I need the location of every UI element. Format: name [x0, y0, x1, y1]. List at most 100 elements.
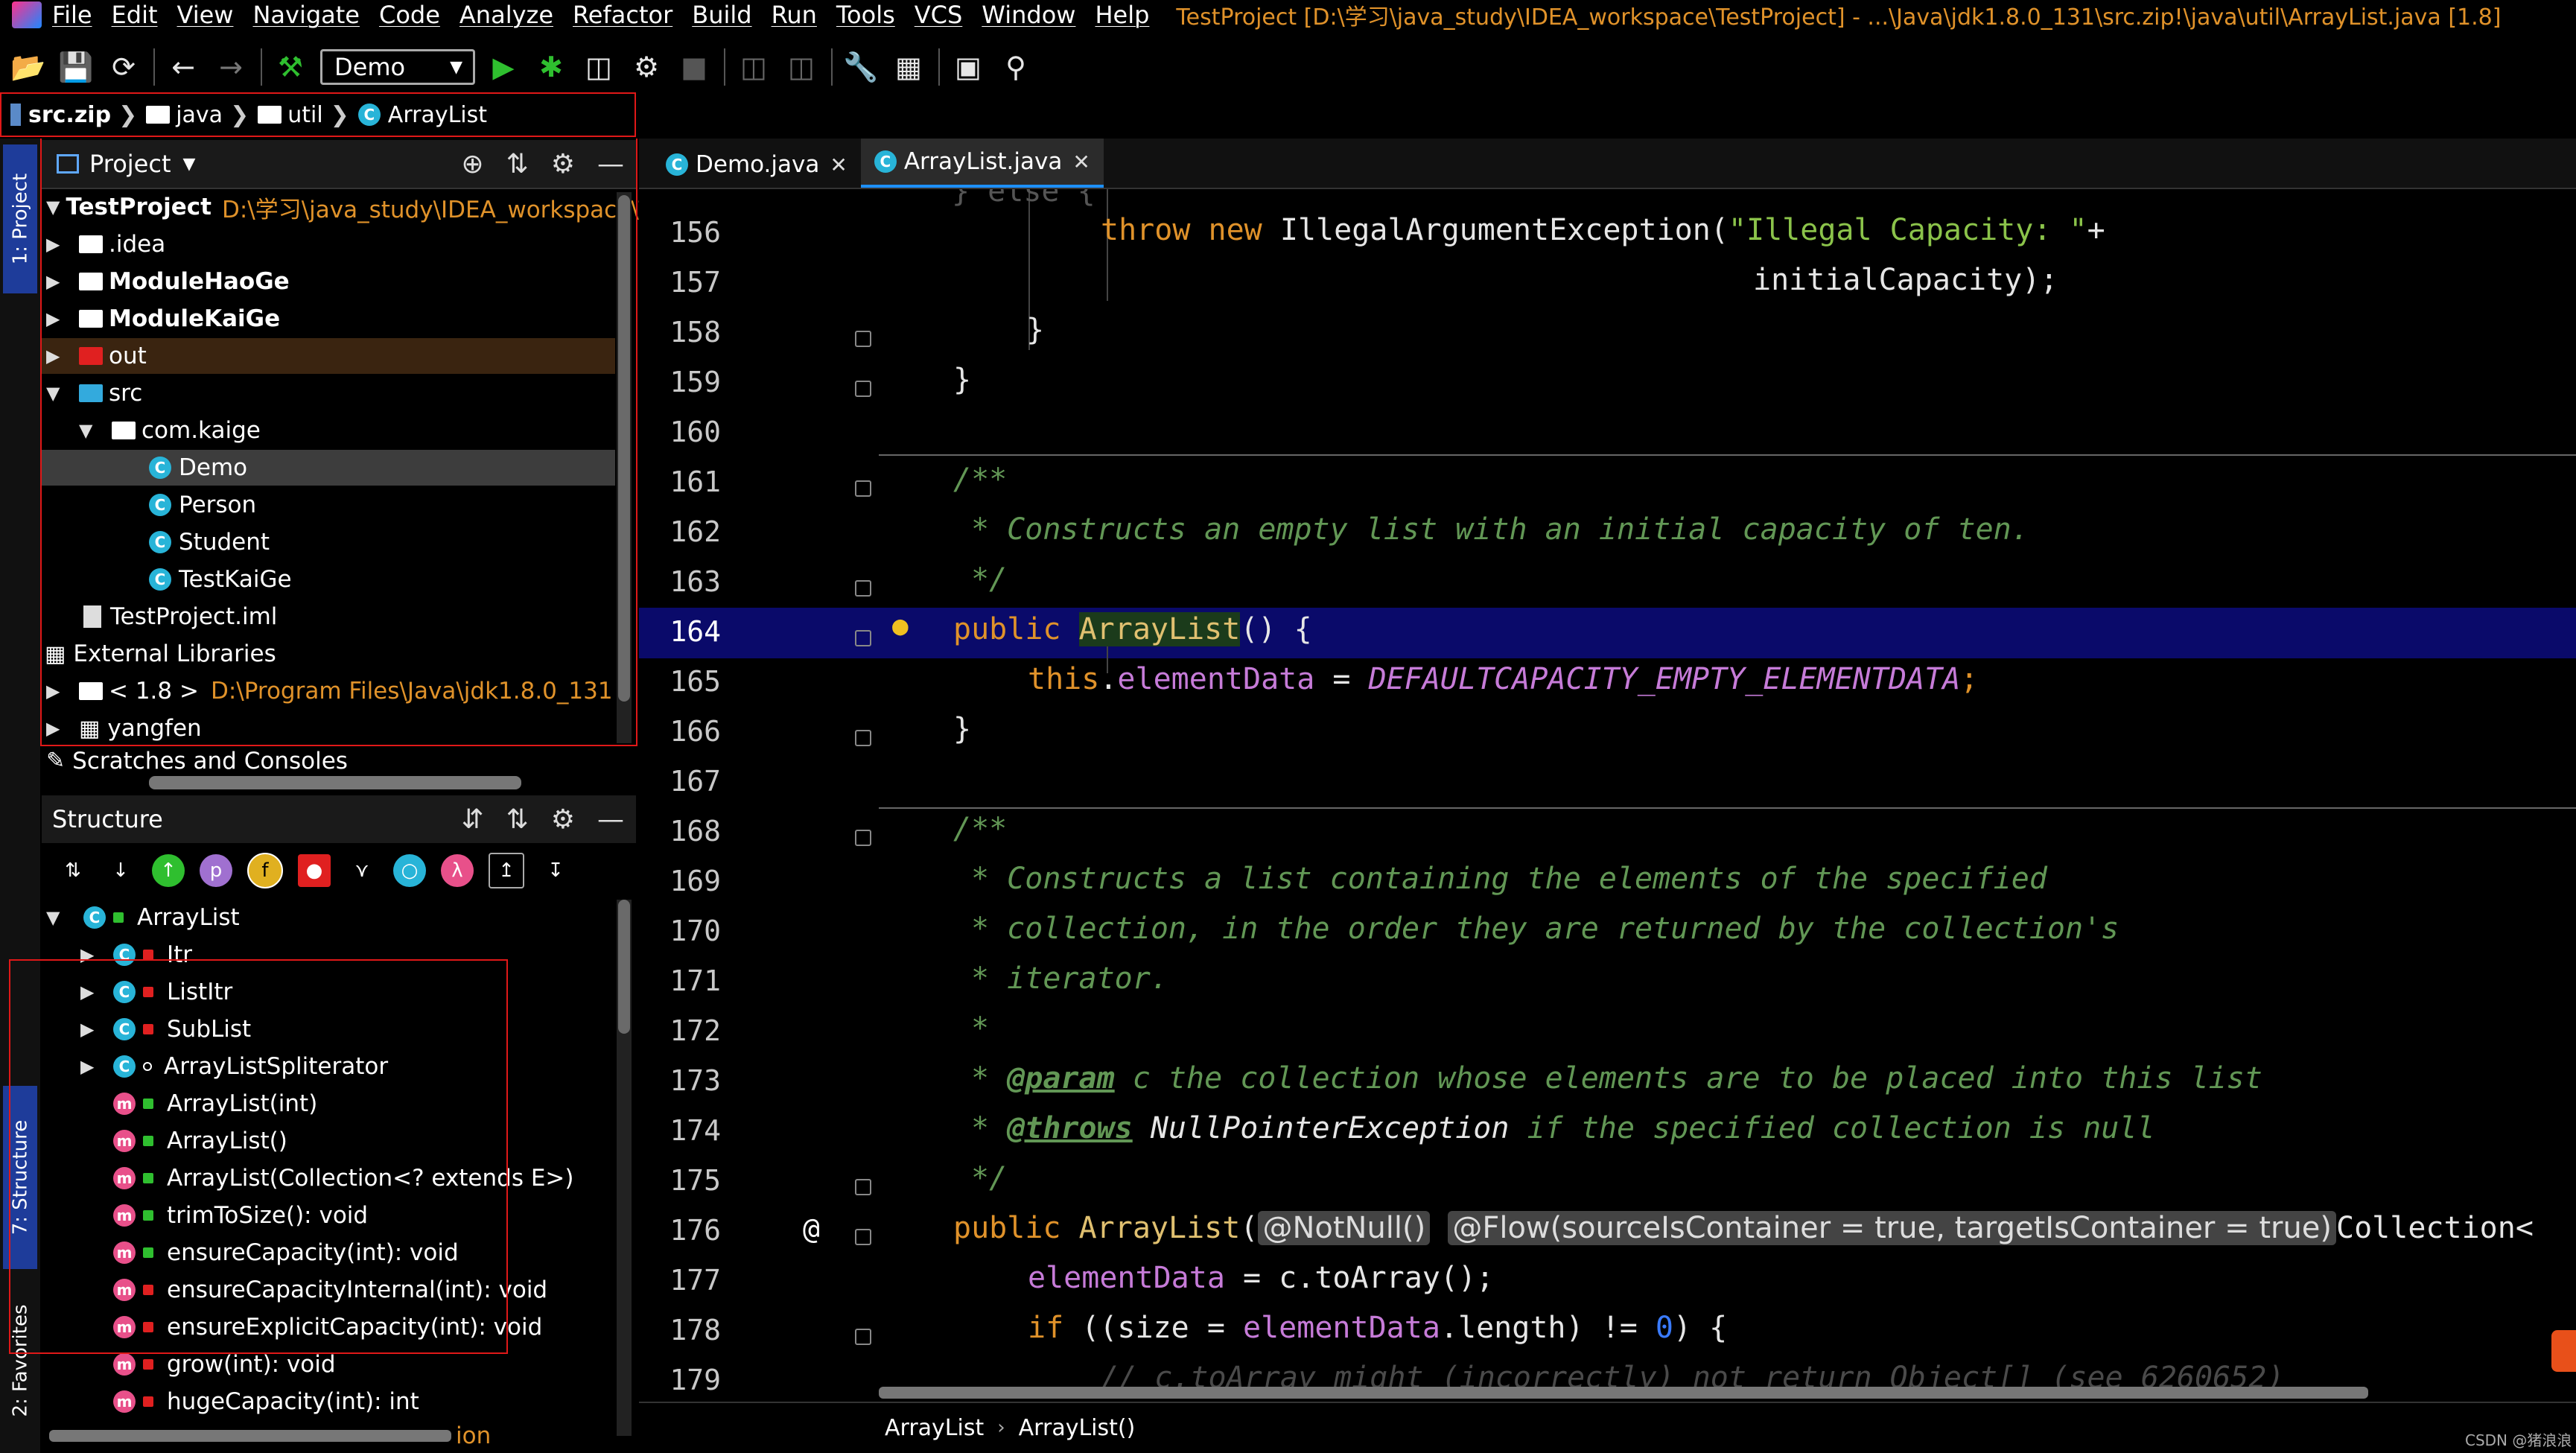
folder-icon [146, 106, 171, 124]
code-editor[interactable]: 156 157 158 159 160 161 162 163 164 165 … [639, 189, 2576, 1400]
lightbulb-icon[interactable]: ● [892, 611, 909, 641]
search-icon[interactable]: ⚲ [996, 48, 1035, 86]
editor-horizontal-scrollbar[interactable] [879, 1387, 2368, 1399]
breadcrumb-src-zip[interactable]: src.zip [10, 102, 111, 128]
menu-help[interactable]: Help [1095, 1, 1149, 29]
line-number: 157 [670, 266, 721, 299]
settings-wrench-icon[interactable]: 🔧 [842, 48, 880, 86]
build-hammer-icon[interactable]: ⚒ [271, 48, 310, 86]
tab-arraylist-java[interactable]: C ArrayList.java ✕ [860, 139, 1104, 188]
structure-item-hugecapacity[interactable]: m hugeCapacity(int): int [42, 1384, 615, 1419]
expand-all-icon[interactable]: ⇵ [461, 804, 483, 835]
tree-item-scratches[interactable]: ✎ Scratches and Consoles [42, 748, 615, 770]
menu-analyze[interactable]: Analyze [459, 1, 553, 29]
breadcrumb-util[interactable]: util [258, 102, 323, 128]
run-with-coverage-icon[interactable]: ◫ [579, 48, 618, 86]
menu-code[interactable]: Code [379, 1, 440, 29]
menu-refactor[interactable]: Refactor [573, 1, 672, 29]
collapse-all-icon[interactable]: ⇅ [506, 804, 529, 835]
breadcrumb-method[interactable]: ArrayList() [1019, 1415, 1136, 1441]
run-configuration-select[interactable]: Demo ▼ [320, 49, 475, 85]
fold-marker-icon[interactable] [855, 480, 871, 497]
editor-tabs: C Demo.java ✕ C ArrayList.java ✕ [639, 139, 2576, 189]
sort-alphabetically-icon[interactable]: ↓ [104, 854, 137, 887]
show-inherited-icon[interactable]: ↑ [152, 854, 185, 887]
terminal-icon[interactable]: ▣ [949, 48, 988, 86]
project-horizontal-scrollbar[interactable] [149, 776, 521, 789]
run-icon[interactable]: ▶ [484, 48, 523, 86]
structure-scrollbar[interactable] [617, 900, 632, 1436]
code-line-173: * @param c the collection whose elements… [971, 1061, 2262, 1096]
menu-view[interactable]: View [177, 1, 234, 29]
close-icon[interactable]: ✕ [830, 153, 847, 177]
show-properties-icon[interactable]: p [200, 854, 232, 887]
menu-vcs[interactable]: VCS [915, 1, 963, 29]
menu-run[interactable]: Run [772, 1, 817, 29]
fold-marker-icon[interactable] [855, 1179, 871, 1195]
show-lambda-icon[interactable]: λ [441, 854, 474, 887]
fold-marker-icon[interactable] [855, 381, 871, 397]
menu-tools[interactable]: Tools [836, 1, 895, 29]
forward-icon[interactable]: → [212, 48, 250, 86]
fold-marker-icon[interactable] [855, 1229, 871, 1245]
project-tool-tab[interactable]: 1: Project [3, 144, 37, 293]
back-icon[interactable]: ← [164, 48, 203, 86]
annotation-gutter-icon[interactable]: @ [803, 1212, 820, 1245]
line-number: 168 [670, 815, 721, 848]
fold-marker-icon[interactable] [855, 331, 871, 347]
vcs-commit-icon[interactable]: ◫ [782, 48, 821, 86]
show-anonymous-icon[interactable]: ○ [393, 854, 426, 887]
project-tool-tab-label: 1: Project [9, 173, 31, 265]
tab-label: Demo.java [696, 151, 820, 178]
scrollbar-thumb[interactable] [618, 900, 630, 1034]
fold-marker-icon[interactable] [855, 580, 871, 597]
breadcrumb-class[interactable]: ArrayList [885, 1415, 984, 1441]
code-line-164: public ArrayList() { [953, 612, 1312, 646]
autoscroll-from-source-icon[interactable]: ↧ [539, 854, 572, 887]
code-line-163: */ [971, 562, 1008, 597]
breadcrumb-arraylist[interactable]: C ArrayList [357, 102, 487, 128]
line-number: 161 [670, 465, 721, 498]
project-scrollbar[interactable] [617, 192, 632, 743]
menu-file[interactable]: File [52, 1, 92, 29]
tab-demo-java[interactable]: C Demo.java ✕ [652, 142, 861, 188]
show-lambdas-icon[interactable]: ⋎ [346, 854, 378, 887]
structure-partial-row: ion [42, 1421, 615, 1451]
project-structure-icon[interactable]: ▦ [889, 48, 928, 86]
code-line-partial: } else { [952, 189, 1095, 209]
structure-item-arraylist[interactable]: ▼ C ArrayList [42, 900, 615, 935]
class-icon: C [83, 906, 106, 929]
close-icon[interactable]: ✕ [1072, 150, 1090, 174]
structure-toolbar: ⇅ ↓ ↑ p f ● ⋎ ○ λ ↥ ↧ [42, 845, 636, 897]
vcs-update-icon[interactable]: ◫ [734, 48, 773, 86]
menu-navigate[interactable]: Navigate [252, 1, 360, 29]
stop-icon[interactable]: ■ [675, 48, 713, 86]
minimize-icon[interactable]: — [597, 804, 624, 835]
sort-by-visibility-icon[interactable]: ⇅ [57, 854, 89, 887]
profile-icon[interactable]: ⚙ [627, 48, 666, 86]
menu-window[interactable]: Window [982, 1, 1075, 29]
main-toolbar: 📂 💾 ⟳ ← → ⚒ Demo ▼ ▶ ✱ ◫ ⚙ ■ ◫ ◫ 🔧 ▦ ▣ ⚲ [0, 36, 2576, 98]
autoscroll-to-source-icon[interactable]: ↥ [489, 853, 524, 888]
breadcrumb-label: java [176, 101, 223, 128]
fold-marker-icon[interactable] [855, 1329, 871, 1345]
sync-icon[interactable]: ⟳ [104, 48, 143, 86]
save-icon[interactable]: 💾 [57, 48, 95, 86]
gear-icon[interactable]: ⚙ [551, 804, 575, 835]
fold-marker-icon[interactable] [855, 630, 871, 646]
open-folder-icon[interactable]: 📂 [9, 48, 48, 86]
fold-marker-icon[interactable] [855, 830, 871, 846]
intellij-logo-icon [12, 1, 42, 28]
menu-build[interactable]: Build [692, 1, 751, 29]
debug-icon[interactable]: ✱ [532, 48, 570, 86]
chevron-right-icon: ❯ [330, 101, 349, 128]
class-icon: C [357, 104, 381, 126]
breadcrumb-label: src.zip [28, 101, 112, 128]
show-non-public-icon[interactable]: ● [298, 854, 331, 887]
breadcrumb-java[interactable]: java [146, 102, 223, 128]
structure-hscroll[interactable] [49, 1430, 451, 1442]
menu-edit[interactable]: Edit [112, 1, 158, 29]
fold-marker-icon[interactable] [855, 730, 871, 746]
show-fields-icon[interactable]: f [247, 853, 283, 888]
scrollbar-thumb[interactable] [618, 195, 630, 702]
